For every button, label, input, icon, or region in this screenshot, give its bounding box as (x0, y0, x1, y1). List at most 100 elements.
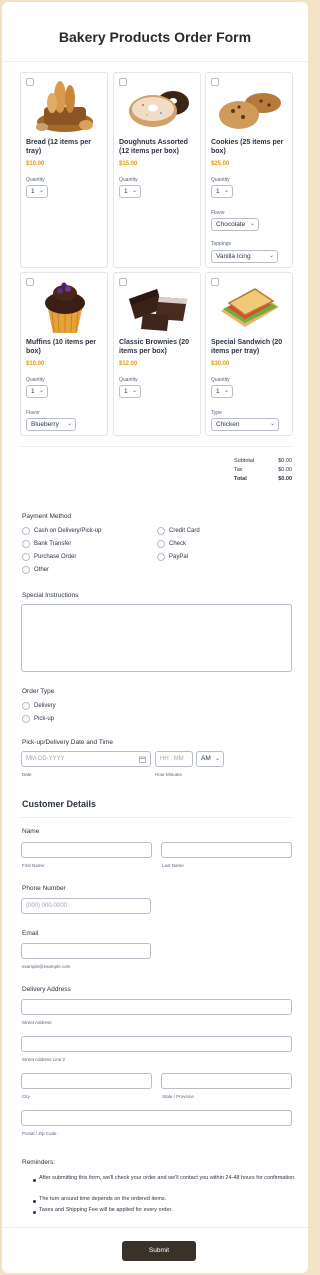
payment-option: Check (169, 541, 187, 547)
ampm-select[interactable]: AM ⌄ (196, 751, 224, 767)
type-select[interactable]: Chicken ⌄ (211, 418, 279, 431)
reminders-label: Reminders: (22, 1159, 56, 1166)
date-input[interactable]: MM-DD-YYYY (21, 751, 151, 767)
form-card: Bakery Products Order Form Bread (12 ite… (2, 2, 308, 1273)
product-price: $30.00 (211, 361, 230, 367)
product-name: Classic Brownies (20 items per box) (119, 339, 190, 355)
quantity-select[interactable]: 1 ⌄ (211, 185, 233, 198)
payment-option: Purchase Order (34, 554, 77, 560)
order-type-option: Delivery (34, 703, 56, 709)
quantity-select[interactable]: 1 ⌄ (119, 185, 141, 198)
flavor-select[interactable]: Chocolate ⌄ (211, 218, 259, 231)
radio-purchase-order[interactable] (22, 553, 30, 561)
quantity-value: 1 (31, 388, 35, 395)
special-instructions-textarea[interactable] (21, 604, 292, 672)
radio-other[interactable] (22, 566, 30, 574)
radio-delivery[interactable] (22, 702, 30, 710)
payment-option: Bank Transfer (34, 541, 72, 547)
radio-paypal[interactable] (157, 553, 165, 561)
payment-method-label: Payment Method (22, 513, 72, 520)
chevron-down-icon: ⌄ (38, 188, 44, 194)
street-address-input[interactable] (21, 999, 292, 1015)
radio-check[interactable] (157, 540, 165, 548)
chevron-down-icon: ⌄ (38, 388, 44, 394)
time-input[interactable]: HH : MM (155, 751, 193, 767)
payment-option: Other (34, 567, 50, 573)
chevron-down-icon: ⌄ (223, 188, 229, 194)
state-input[interactable] (161, 1073, 292, 1089)
tax-label: Tax (234, 467, 243, 473)
quantity-select[interactable]: 1 ⌄ (26, 385, 48, 398)
bullet (33, 1200, 36, 1203)
calendar-icon[interactable] (139, 756, 146, 763)
chevron-down-icon: ⌄ (131, 388, 137, 394)
street-address-line2-input[interactable] (21, 1036, 292, 1052)
time-sublabel: Hour Minutes (155, 772, 182, 777)
phone-input[interactable]: (000) 000-0000 (21, 898, 151, 914)
quantity-select[interactable]: 1 ⌄ (119, 385, 141, 398)
quantity-value: 1 (216, 388, 220, 395)
flavor-value: Blueberry (31, 421, 59, 428)
chevron-down-icon: ⌄ (268, 253, 274, 259)
brownie-image (129, 289, 187, 331)
zip-sublabel: Postal / Zip Code (22, 1131, 57, 1136)
first-name-input[interactable] (21, 842, 152, 858)
flavor-label: Flavor (211, 210, 225, 216)
payment-option: Credit Card (169, 528, 200, 534)
radio-pickup[interactable] (22, 715, 30, 723)
radio-credit-card[interactable] (157, 527, 165, 535)
quantity-label: Quantity (26, 377, 45, 383)
sandwich-image (221, 288, 279, 327)
product-price: $10.00 (26, 161, 45, 167)
page-background: Bakery Products Order Form Bread (12 ite… (0, 0, 310, 1275)
radio-bank-transfer[interactable] (22, 540, 30, 548)
product-card-muffins[interactable]: Muffins (10 items per box) $10.00 Quanti… (20, 272, 108, 436)
name-label: Name (22, 828, 40, 835)
city-input[interactable] (21, 1073, 152, 1089)
street2-sublabel: Street Address Line 2 (22, 1057, 66, 1062)
type-value: Chicken (216, 421, 240, 428)
last-name-input[interactable] (161, 842, 292, 858)
quantity-value: 1 (124, 188, 128, 195)
quantity-value: 1 (124, 388, 128, 395)
ampm-value: AM (201, 755, 211, 762)
state-sublabel: State / Province (162, 1094, 194, 1099)
quantity-select[interactable]: 1 ⌄ (26, 185, 48, 198)
cookie-image (219, 93, 281, 129)
divider (2, 1227, 308, 1228)
submit-button[interactable]: Submit (122, 1241, 196, 1261)
product-card-cookies[interactable]: Cookies (25 items per box) $25.00 Quanti… (205, 72, 293, 268)
divider (20, 446, 292, 447)
product-price: $25.00 (211, 161, 230, 167)
city-sublabel: City (22, 1094, 30, 1099)
email-input[interactable] (21, 943, 151, 959)
form-title: Bakery Products Order Form (58, 29, 252, 45)
last-name-sublabel: Last Name (162, 863, 184, 868)
type-label: Type (211, 410, 222, 416)
product-card-doughnuts[interactable]: Doughnuts Assorted (12 items per box) $1… (113, 72, 201, 268)
product-name: Cookies (25 items per box) (211, 139, 284, 155)
quantity-select[interactable]: 1 ⌄ (211, 385, 233, 398)
reminder-item: The turn around time depends on the orde… (39, 1196, 167, 1202)
product-price: $10.00 (26, 361, 45, 367)
radio-cash[interactable] (22, 527, 30, 535)
bullet (33, 1211, 36, 1214)
order-type-option: Pick-up (34, 716, 55, 722)
date-sublabel: Date (22, 772, 32, 777)
flavor-select[interactable]: Blueberry ⌄ (26, 418, 76, 431)
reminder-item: After submitting this form, we'll check … (39, 1175, 296, 1181)
email-sublabel: example@example.com (22, 964, 71, 969)
total-label: Total (234, 476, 247, 482)
toppings-select[interactable]: Vanilla Icing ⌄ (211, 250, 278, 263)
divider (2, 61, 308, 62)
product-card-bread[interactable]: Bread (12 items per tray) $10.00 Quantit… (20, 72, 108, 268)
product-card-sandwich[interactable]: Special Sandwich (20 items per tray) $30… (205, 272, 293, 436)
subtotal-label: Subtotal (234, 458, 255, 464)
email-label: Email (22, 930, 39, 937)
date-placeholder: MM-DD-YYYY (26, 756, 65, 762)
flavor-label: Flavor (26, 410, 40, 416)
zip-input[interactable] (21, 1110, 292, 1126)
product-card-brownies[interactable]: Classic Brownies (20 items per box) $12.… (113, 272, 201, 436)
quantity-value: 1 (216, 188, 220, 195)
product-name: Special Sandwich (20 items per tray) (211, 339, 283, 355)
